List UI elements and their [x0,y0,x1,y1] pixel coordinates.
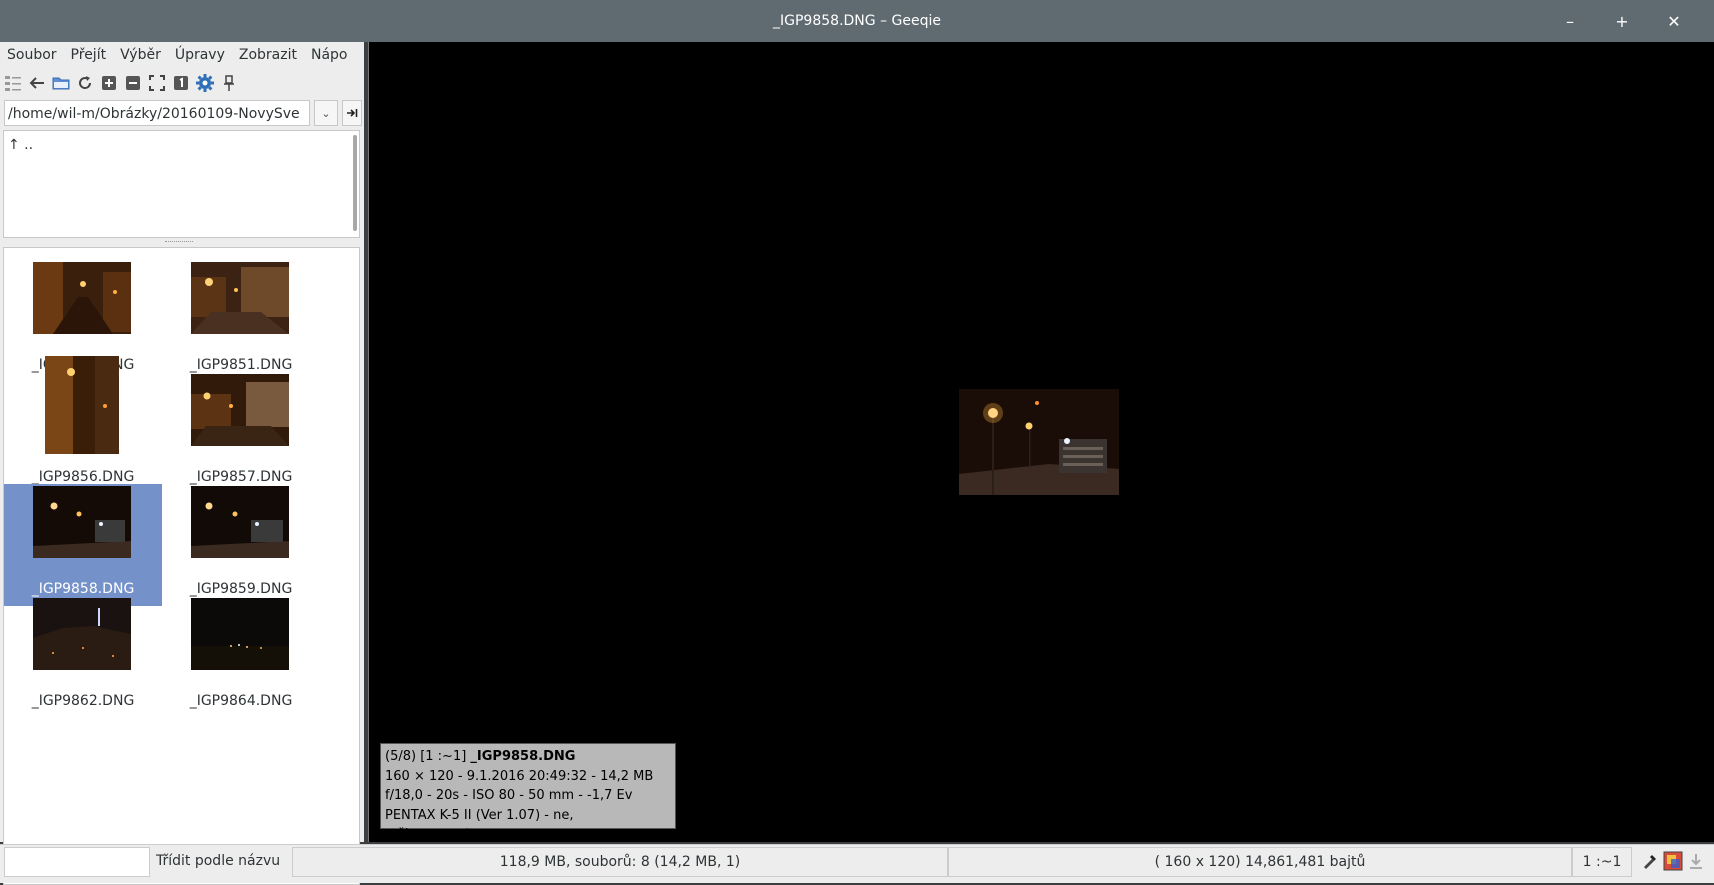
file-summary: 118,9 MB, souborů: 8 (14,2 MB, 1) [292,847,948,877]
menu-soubor[interactable]: Soubor [0,47,64,63]
directory-list: ↑ .. [3,130,360,238]
thumbnail-label: _IGP9857.DNG [189,469,293,485]
window-title: _IGP9858.DNG – Geeqie [773,13,941,29]
overlay-line-2: 160 × 120 - 9.1.2016 20:49:32 - 14,2 MB [385,768,654,784]
zoom-1-icon[interactable] [172,74,190,92]
refresh-icon[interactable] [76,74,94,92]
maximize-button[interactable]: + [1596,12,1648,31]
thumbnail-label: _IGP9864.DNG [189,693,293,709]
pane-splitter[interactable] [165,241,193,245]
pin-icon[interactable] [220,74,238,92]
parent-directory-item[interactable]: ↑ .. [8,137,33,153]
thumbnail-item[interactable]: _IGP9862.DNG [4,596,162,718]
directory-scrollbar[interactable] [353,135,357,231]
sort-button[interactable]: Třídit podle názvu [152,847,292,877]
color-profile-icon[interactable] [1663,851,1683,871]
zoom-in-icon[interactable] [100,74,118,92]
thumbnail-label: _IGP9856.DNG [31,469,135,485]
left-panel: Soubor Přejít Výběr Úpravy Zobrazit Nápo [0,42,364,885]
thumbnail-image [191,598,289,670]
zoom-out-icon[interactable] [124,74,142,92]
thumbnail-image [33,598,131,670]
main-image [959,389,1119,495]
search-field[interactable] [4,847,150,877]
thumbnail-image [33,486,131,558]
menubar: Soubor Přejít Výběr Úpravy Zobrazit Nápo [0,42,364,68]
thumbnail-image [33,262,131,334]
color-picker-icon[interactable] [1640,851,1660,871]
overlay-filename: _IGP9858.DNG [470,749,576,764]
statusbar: Třídit podle názvu 118,9 MB, souborů: 8 … [0,844,1714,883]
overlay-line-1: (5/8) [1 :~1] _IGP9858.DNG [385,747,671,767]
thumbnail-label: _IGP9859.DNG [189,581,293,597]
window-titlebar: _IGP9858.DNG – Geeqie – + ✕ [0,0,1714,42]
image-info: ( 160 x 120) 14,861,481 bajtů [948,847,1572,877]
thumbnail-label: _IGP9858.DNG [31,581,135,597]
thumbnail-item-selected[interactable]: _IGP9858.DNG [4,484,162,606]
window-controls: – + ✕ [1544,0,1700,42]
path-row: /home/wil-m/Obrázky/20160109-NovySve ⌄ [4,100,362,128]
thumbnail-item[interactable]: _IGP9859.DNG [162,484,320,606]
back-icon[interactable] [28,74,46,92]
overlay-index: (5/8) [1 :~1] [385,749,471,764]
arrow-right-bar-icon [347,109,358,117]
thumbnail-image [191,486,289,558]
folder-icon[interactable] [52,74,70,92]
info-overlay: (5/8) [1 :~1] _IGP9858.DNG 160 × 120 - 9… [380,743,676,842]
thumbnail-item[interactable]: _IGP9851.DNG [162,260,320,382]
menu-vyber[interactable]: Výběr [113,47,168,63]
list-view-icon[interactable] [4,74,22,92]
image-viewer[interactable]: (5/8) [1 :~1] _IGP9858.DNG 160 × 120 - 9… [368,42,1714,842]
menu-upravy[interactable]: Úpravy [168,47,232,63]
save-icon[interactable] [1686,851,1706,871]
overlay-line-3: f/18,0 - 20s - ISO 80 - 50 mm - -1,7 Ev [385,788,633,803]
path-input[interactable]: /home/wil-m/Obrázky/20160109-NovySve [4,100,310,126]
thumbnail-label: _IGP9851.DNG [189,357,293,373]
zoom-level: 1 :~1 [1572,847,1632,877]
close-button[interactable]: ✕ [1648,12,1700,31]
thumbnail-item[interactable]: _IGP9857.DNG [162,372,320,494]
thumbnail-item[interactable]: _IGP9856.DNG [4,356,162,494]
path-go-button[interactable] [342,100,362,126]
thumbnail-image [191,262,289,334]
thumbnail-image [191,374,289,446]
thumbnail-image [45,356,119,454]
menu-napoveda[interactable]: Nápo [304,47,355,63]
path-dropdown-button[interactable]: ⌄ [314,100,338,126]
minimize-button[interactable]: – [1544,12,1596,31]
thumbnail-label: _IGP9862.DNG [31,693,135,709]
menu-zobrazit[interactable]: Zobrazit [232,47,304,63]
thumbnail-grid: _IGP9849.DNG _IGP9851.DNG _IGP9856.DNG _… [3,247,360,885]
fit-icon[interactable] [148,74,166,92]
chevron-down-icon: ⌄ [321,106,331,120]
menu-prejit[interactable]: Přejít [64,47,114,63]
overlay-line-4: PENTAX K-5 II (Ver 1.07) - ne, režim:vyp… [385,807,574,843]
thumbnail-item[interactable]: _IGP9864.DNG [162,596,320,718]
settings-icon[interactable] [196,74,214,92]
toolbar [4,70,238,96]
